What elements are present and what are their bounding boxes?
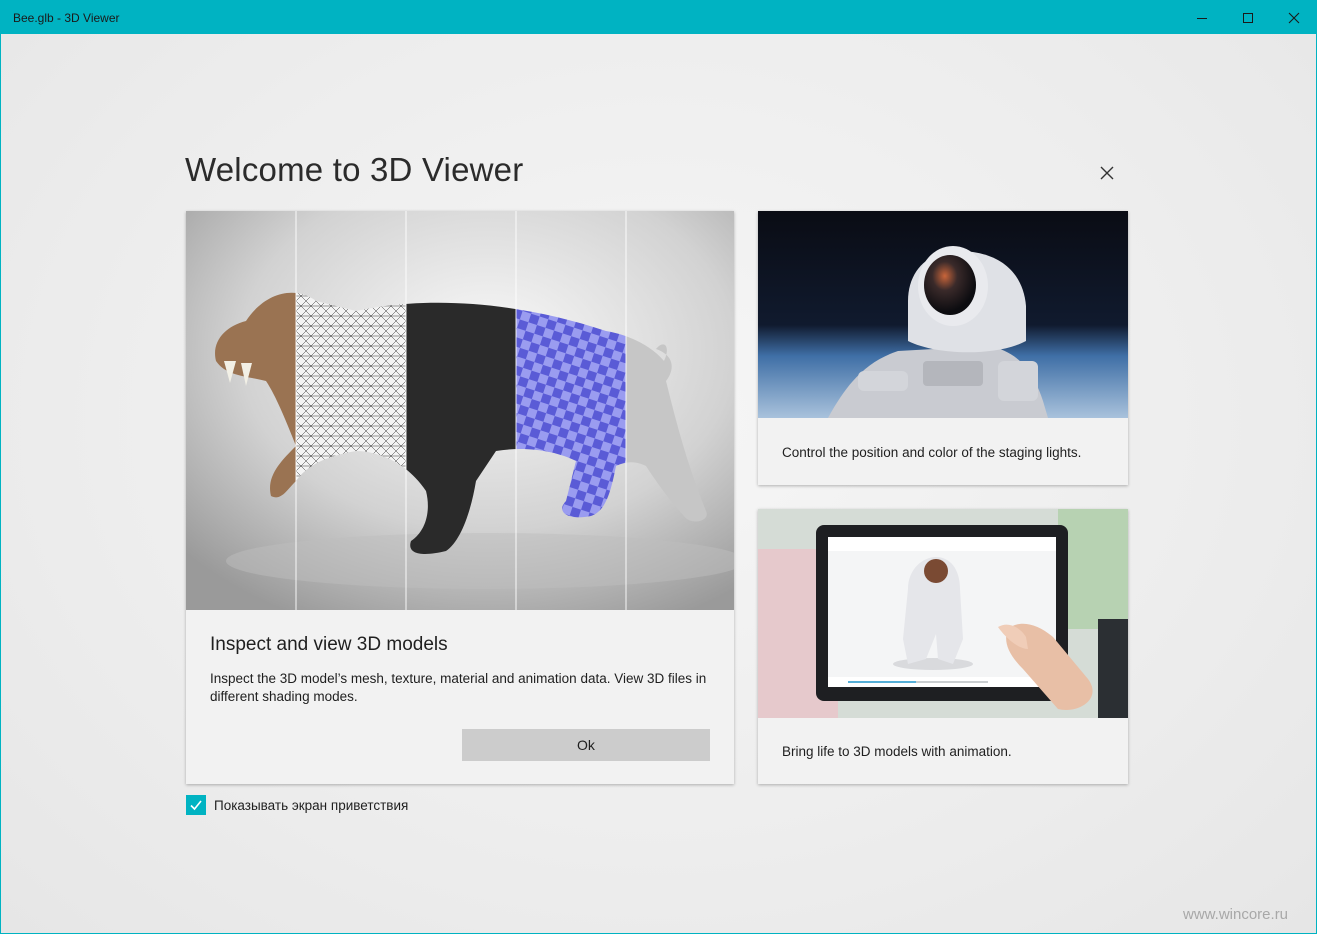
tablet-animation-image [758,509,1128,718]
inspect-card-description: Inspect the 3D model’s mesh, texture, ma… [210,671,707,704]
inspect-card: Inspect and view 3D models Inspect the 3… [186,211,734,784]
app-window: Bee.glb - 3D Viewer Welcome to 3D Viewer [0,0,1317,934]
lights-card-description: Control the position and color of the st… [782,445,1082,460]
lights-card: Control the position and color of the st… [758,211,1128,485]
ok-button[interactable]: Ok [462,729,710,761]
show-welcome-toggle[interactable]: Показывать экран приветствия [186,795,408,815]
title-bar: Bee.glb - 3D Viewer [1,1,1316,34]
show-welcome-label: Показывать экран приветствия [214,797,409,813]
maximize-icon [1243,12,1253,23]
sabertooth-shading-image [186,211,734,610]
dialog-heading: Welcome to 3D Viewer [185,151,524,188]
animation-card: Bring life to 3D models with animation. [758,509,1128,784]
minimize-icon [1197,17,1207,19]
window-title: Bee.glb - 3D Viewer [13,11,120,25]
dialog-close-button[interactable] [1093,159,1121,187]
minimize-button[interactable] [1179,1,1225,34]
checkmark-icon [190,800,202,811]
maximize-button[interactable] [1225,1,1271,34]
inspect-card-title: Inspect and view 3D models [210,634,448,655]
close-icon [1288,12,1300,23]
close-icon [1100,166,1114,180]
astronaut-lights-image [758,211,1128,418]
watermark: www.wincore.ru [1183,906,1289,923]
show-welcome-checkbox[interactable] [186,795,206,815]
window-close-button[interactable] [1271,1,1316,34]
animation-card-description: Bring life to 3D models with animation. [782,744,1012,759]
